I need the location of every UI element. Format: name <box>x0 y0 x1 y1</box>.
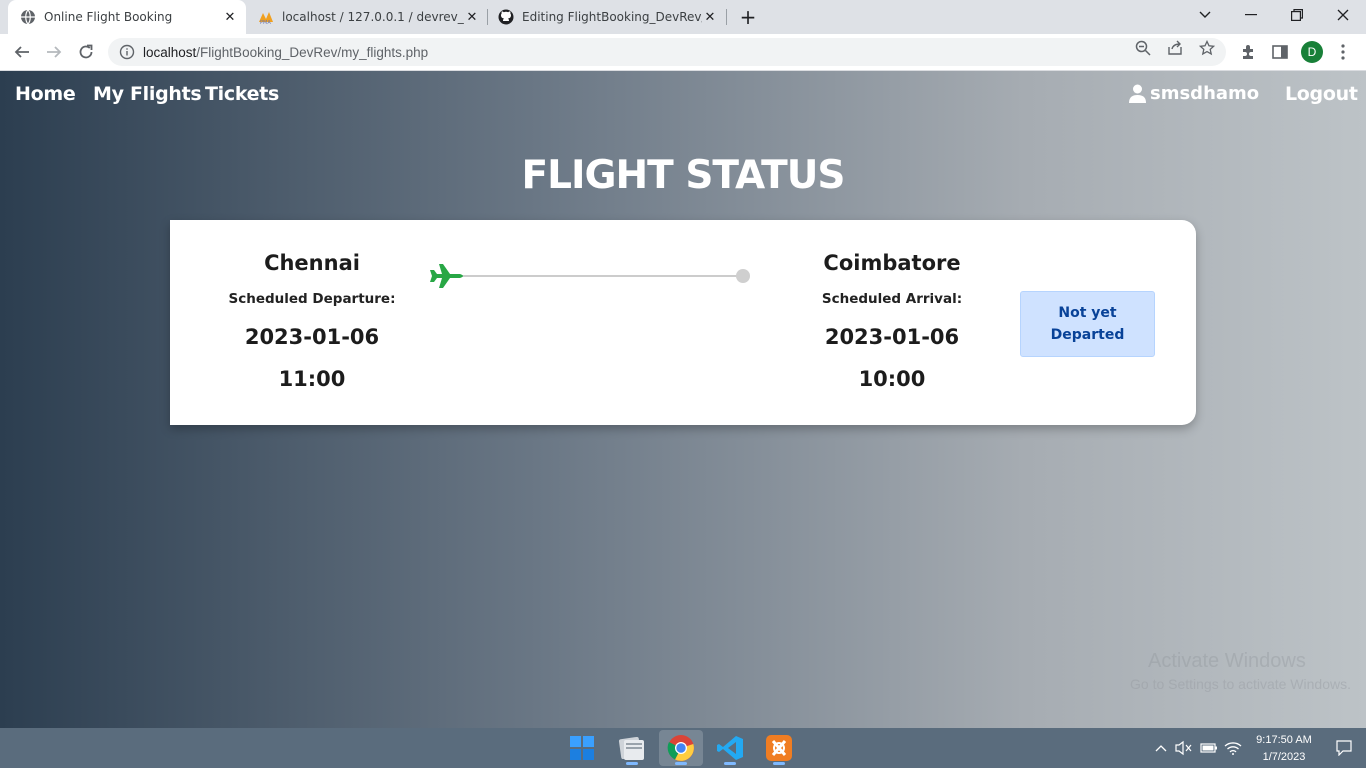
arrival-label: Scheduled Arrival: <box>821 291 963 307</box>
tab-title: localhost / 127.0.0.1 / devrev_flig <box>282 10 464 24</box>
site-info-icon[interactable] <box>119 44 135 60</box>
running-indicator <box>773 762 785 765</box>
close-tab-icon[interactable]: ✕ <box>222 9 238 25</box>
clock-date: 1/7/2023 <box>1262 751 1306 763</box>
forward-icon[interactable] <box>40 38 68 66</box>
departure-label: Scheduled Departure: <box>228 291 396 307</box>
file-explorer-icon[interactable] <box>610 730 654 766</box>
tab-title: Online Flight Booking <box>44 10 173 24</box>
tab-strip: Online Flight Booking ✕ PMA localhost / … <box>0 0 1366 34</box>
airplane-icon <box>430 264 463 288</box>
battery-icon[interactable] <box>1199 738 1219 758</box>
user-menu[interactable]: smsdhamo <box>1129 83 1259 104</box>
wifi-icon[interactable] <box>1223 738 1243 758</box>
tab-github[interactable]: Editing FlightBooking_DevRev/RE ✕ <box>486 0 726 34</box>
globe-icon <box>20 9 36 25</box>
system-clock[interactable]: 9:17:50 AM 1/7/2023 <box>1244 732 1324 766</box>
departure-time: 11:00 <box>278 367 346 391</box>
menu-kebab-icon[interactable] <box>1333 42 1353 62</box>
close-tab-icon[interactable]: ✕ <box>702 9 718 25</box>
phpmyadmin-icon: PMA <box>258 9 274 25</box>
vscode-icon[interactable] <box>708 730 752 766</box>
close-tab-icon[interactable]: ✕ <box>464 9 480 25</box>
zoom-icon[interactable] <box>1135 40 1151 56</box>
flight-status-card: Chennai Scheduled Departure: 2023-01-06 … <box>170 220 1196 425</box>
clock-time: 9:17:50 AM <box>1256 734 1312 746</box>
flight-status-badge: Not yet Departed <box>1020 291 1155 357</box>
windows-start-icon[interactable] <box>560 730 604 766</box>
url-text: localhost/FlightBooking_DevRev/my_flight… <box>143 45 428 60</box>
nav-home-link[interactable]: Home <box>15 83 76 105</box>
tab-divider <box>726 9 727 25</box>
logout-link[interactable]: Logout <box>1285 83 1358 105</box>
browser-toolbar: localhost/FlightBooking_DevRev/my_flight… <box>0 34 1366 71</box>
departure-date: 2023-01-06 <box>244 325 380 349</box>
running-indicator <box>626 762 638 765</box>
running-indicator <box>724 762 736 765</box>
bookmark-star-icon[interactable] <box>1199 40 1215 56</box>
tab-online-flight-booking[interactable]: Online Flight Booking ✕ <box>8 0 246 34</box>
username: smsdhamo <box>1150 83 1260 104</box>
tab-title: Editing FlightBooking_DevRev/RE <box>522 10 702 24</box>
arrival-city: Coimbatore <box>823 251 961 275</box>
close-window-icon[interactable] <box>1320 0 1366 30</box>
running-indicator <box>675 762 687 765</box>
svg-text:PMA: PMA <box>260 20 271 25</box>
volume-muted-icon[interactable] <box>1174 738 1194 758</box>
flight-progress-track <box>428 262 758 292</box>
page-body: Home My Flights Tickets smsdhamo Logout … <box>0 71 1366 728</box>
tray-overflow-chevron-icon[interactable] <box>1151 738 1171 758</box>
extensions-icon[interactable] <box>1238 42 1258 62</box>
address-bar[interactable]: localhost/FlightBooking_DevRev/my_flight… <box>108 38 1226 66</box>
windows-taskbar: 9:17:50 AM 1/7/2023 <box>0 728 1366 768</box>
profile-avatar[interactable]: D <box>1301 41 1323 63</box>
nav-my-flights-link[interactable]: My Flights <box>93 83 202 105</box>
minimize-icon[interactable] <box>1228 0 1274 30</box>
new-tab-icon[interactable]: + <box>736 5 760 29</box>
side-panel-icon[interactable] <box>1270 42 1290 62</box>
nav-tickets-link[interactable]: Tickets <box>205 83 279 105</box>
destination-dot <box>736 269 750 283</box>
tab-search-chevron-icon[interactable] <box>1182 0 1228 30</box>
xampp-icon[interactable] <box>757 730 801 766</box>
url-host: localhost <box>143 44 197 60</box>
notifications-icon[interactable] <box>1334 738 1354 758</box>
activate-windows-title: Activate Windows <box>1148 650 1306 672</box>
chrome-icon[interactable] <box>659 730 703 766</box>
restore-icon[interactable] <box>1274 0 1320 30</box>
github-icon <box>498 9 514 25</box>
reload-icon[interactable] <box>72 38 100 66</box>
url-path: /FlightBooking_DevRev/my_flights.php <box>196 44 429 60</box>
arrival-time: 10:00 <box>858 367 926 391</box>
departure-city: Chennai <box>264 251 360 275</box>
back-icon[interactable] <box>8 38 36 66</box>
tab-phpmyadmin[interactable]: PMA localhost / 127.0.0.1 / devrev_flig … <box>246 0 488 34</box>
user-icon <box>1129 84 1146 103</box>
page-title: FLIGHT STATUS <box>521 153 845 198</box>
share-icon[interactable] <box>1167 40 1183 56</box>
arrival-date: 2023-01-06 <box>824 325 960 349</box>
activate-windows-subtitle: Go to Settings to activate Windows. <box>1130 676 1351 692</box>
